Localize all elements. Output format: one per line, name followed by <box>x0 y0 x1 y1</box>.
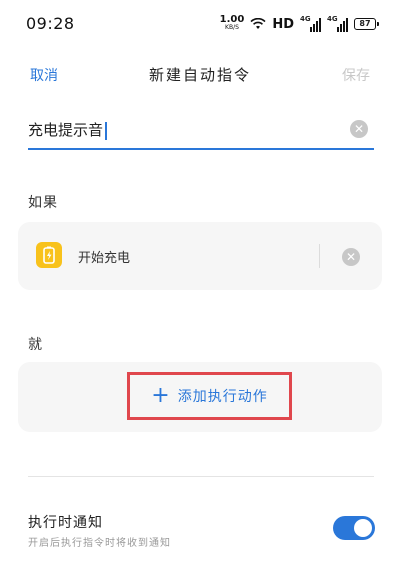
command-name-value[interactable]: 充电提示音 <box>28 119 108 140</box>
hd-badge: HD <box>272 16 294 32</box>
save-button[interactable]: 保存 <box>342 65 370 85</box>
page-title: 新建自动指令 <box>148 66 251 84</box>
plus-icon: + <box>151 383 170 408</box>
charging-icon <box>36 242 62 268</box>
network-speed: 1.00 KB/S <box>219 14 245 32</box>
notify-title: 执行时通知 <box>28 515 103 531</box>
signal-icon-sim1: 4G <box>300 15 321 32</box>
status-time: 09:28 <box>26 14 75 33</box>
remove-trigger-icon[interactable]: ✕ <box>342 248 360 266</box>
add-action-label: 添加执行动作 <box>177 389 268 405</box>
trigger-label: 开始充电 <box>78 251 131 266</box>
battery-level: 87 <box>359 19 371 28</box>
signal-label: 4G <box>327 15 338 23</box>
notify-toggle[interactable] <box>333 516 375 540</box>
wifi-icon <box>250 18 266 29</box>
status-bar: 09:28 1.00 KB/S HD 4G 4G 87 <box>0 0 400 46</box>
text-caret <box>105 121 108 140</box>
toggle-knob <box>354 519 372 537</box>
divider <box>319 244 320 268</box>
signal-icon-sim2: 4G <box>327 15 348 32</box>
signal-label: 4G <box>300 15 311 23</box>
notify-description: 开启后执行指令时将收到通知 <box>28 538 171 549</box>
command-name-input[interactable]: 充电提示音 ✕ <box>28 112 374 150</box>
battery-icon: 87 <box>354 18 379 30</box>
cancel-button[interactable]: 取消 <box>30 65 58 85</box>
network-speed-unit: KB/S <box>225 24 239 31</box>
action-card: + 添加执行动作 <box>18 362 382 432</box>
divider <box>28 476 374 477</box>
trigger-card[interactable]: 开始充电 ✕ <box>18 222 382 290</box>
status-icons: 1.00 KB/S HD 4G 4G 87 <box>219 14 379 34</box>
network-speed-value: 1.00 <box>219 14 245 25</box>
clear-icon[interactable]: ✕ <box>350 120 368 138</box>
add-action-button[interactable]: + 添加执行动作 <box>127 372 292 420</box>
then-section-label: 就 <box>28 337 43 353</box>
nav-bar: 新建自动指令 取消 保存 <box>0 56 400 90</box>
if-section-label: 如果 <box>28 195 58 211</box>
